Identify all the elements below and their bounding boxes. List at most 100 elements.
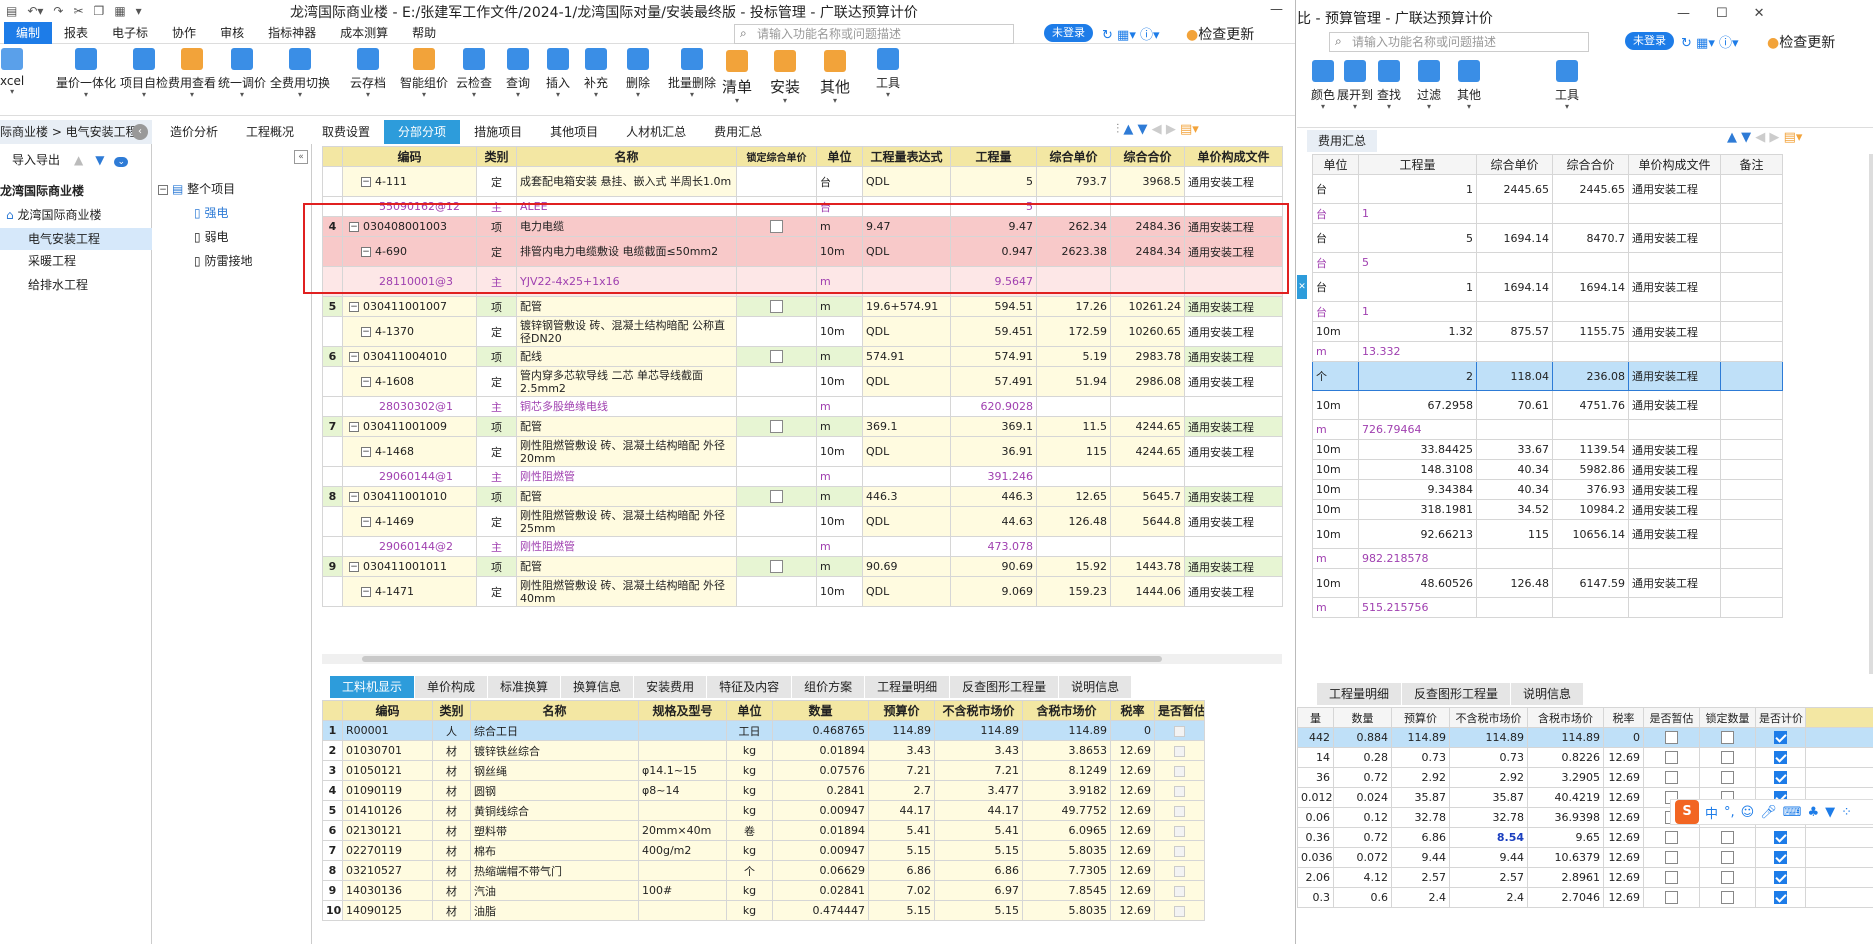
import-export-button[interactable]: 导入导出 ▲ ▼ ⌄ — [0, 148, 152, 172]
cell-total[interactable]: 2983.78 — [1110, 346, 1185, 367]
cell-type[interactable]: 材 — [432, 860, 471, 881]
move-left-icon[interactable]: ◀ — [1152, 122, 1162, 137]
cell-price[interactable] — [1036, 396, 1111, 417]
cell-qty[interactable]: 0.072 — [1333, 847, 1392, 868]
cell-file[interactable] — [1628, 203, 1721, 224]
cell-type[interactable]: 项 — [476, 346, 517, 367]
cell-qty[interactable]: 0.02841 — [772, 880, 869, 901]
cell-mkt_tax[interactable]: 49.7752 — [1022, 800, 1111, 821]
cell-note[interactable] — [1720, 597, 1783, 618]
cell-unit[interactable]: 10m — [1312, 459, 1359, 480]
cell-note[interactable] — [1720, 203, 1783, 224]
cell-no[interactable]: 4 — [322, 780, 343, 801]
cell-qty[interactable]: 594.51 — [950, 296, 1037, 317]
cell-type[interactable]: 材 — [432, 780, 471, 801]
cell-mkt_tax[interactable]: 36.9398 — [1527, 807, 1604, 828]
table-row[interactable]: 3 01050121 材钢丝绳 φ14.1~15 kg 0.07576 7.21 7.21 8.… — [322, 760, 1205, 781]
cell-file[interactable]: 通用安装工程 — [1184, 216, 1283, 237]
cell-a[interactable]: 0.3 — [1297, 887, 1334, 908]
column-header[interactable]: 数量 — [1333, 707, 1392, 728]
table-row[interactable]: 7 02270119 材棉布 400g/m2 kg 0.00947 5.15 5.15 5.80… — [322, 840, 1205, 861]
cell-code[interactable]: R00001 — [342, 720, 433, 741]
cell-no[interactable] — [322, 436, 343, 467]
cell-unit[interactable]: m — [1312, 419, 1359, 440]
bottom-tab[interactable]: 说明信息 — [1059, 676, 1133, 698]
cell-type[interactable]: 主 — [476, 536, 517, 557]
est-checkbox[interactable] — [1665, 831, 1678, 845]
lock-checkbox[interactable] — [1721, 731, 1734, 745]
menu-item[interactable]: 成本测算 — [328, 22, 400, 44]
minimize-icon[interactable]: — — [1677, 6, 1690, 21]
cell-mkt_tax[interactable]: 3.9182 — [1022, 780, 1111, 801]
cell-type[interactable]: 材 — [432, 840, 471, 861]
cell-a[interactable]: 14 — [1297, 747, 1334, 768]
cell-price[interactable]: 126.48 — [1036, 506, 1111, 537]
cell-no[interactable]: 5 — [322, 296, 343, 317]
minus-icon[interactable]: − — [361, 377, 371, 387]
minus-icon[interactable]: − — [361, 517, 371, 527]
cell-rate[interactable]: 12.69 — [1110, 840, 1155, 861]
cell-lock[interactable] — [736, 236, 817, 267]
column-header[interactable]: 预算价 — [1391, 707, 1450, 728]
cell-note[interactable] — [1720, 252, 1783, 273]
cell-total[interactable]: 10656.14 — [1552, 519, 1629, 549]
cell-file[interactable]: 通用安装工程 — [1628, 390, 1721, 420]
project-item-heating[interactable]: 采暖工程 — [28, 252, 76, 269]
cell-qty[interactable]: 148.3108 — [1358, 459, 1477, 480]
punctuation-icon[interactable]: °, — [1724, 805, 1735, 820]
cell-file[interactable]: 通用安装工程 — [1628, 568, 1721, 598]
cell-file[interactable] — [1628, 597, 1721, 618]
tab[interactable]: 人材机汇总 — [612, 120, 700, 144]
table-row[interactable]: 14 0.28 0.73 0.73 0.8226 12.69 — [1297, 747, 1873, 768]
cell-type[interactable]: 项 — [476, 296, 517, 317]
expand-icon[interactable]: ⌄ — [114, 157, 129, 167]
table-row[interactable]: 台1 — [1312, 301, 1783, 322]
price-checkbox[interactable] — [1774, 731, 1787, 745]
cell-total[interactable] — [1110, 536, 1185, 557]
ribbon-button[interactable]: xcel ▾ — [0, 48, 24, 96]
cell-budget[interactable]: 5.41 — [868, 820, 935, 841]
sogou-logo-icon[interactable]: S — [1675, 800, 1699, 824]
cell-lock[interactable] — [736, 436, 817, 467]
cell-unit[interactable]: kg — [726, 780, 773, 801]
table-row[interactable]: −4-1608 定管内穿多芯软导线 二芯 单芯导线截面2.5mm2 10m QDL 57… — [322, 366, 1283, 397]
table-row[interactable]: 2.06 4.12 2.57 2.57 2.8961 12.69 — [1297, 867, 1873, 888]
table-row[interactable]: −4-1469 定刚性阻燃管敷设 砖、混凝土结构暗配 外径25mm 10m QDL 44… — [322, 506, 1283, 537]
cell-rate[interactable]: 12.69 — [1603, 807, 1644, 828]
bottom-tab[interactable]: 工料机显示 — [330, 676, 416, 698]
cell-qty[interactable]: 0.2841 — [772, 780, 869, 801]
price-checkbox[interactable] — [1774, 851, 1787, 865]
tree-root[interactable]: − ▤ 整个项目 — [158, 180, 235, 197]
cell-price[interactable] — [1036, 196, 1111, 217]
cell-estimate[interactable] — [1154, 820, 1205, 841]
maximize-icon[interactable]: ☐ — [1716, 6, 1728, 21]
cell-qty[interactable]: 0.06629 — [772, 860, 869, 881]
column-header[interactable]: 单位 — [816, 146, 863, 167]
column-header[interactable]: 预算价 — [868, 700, 935, 721]
cell-file[interactable] — [1184, 536, 1283, 557]
column-header[interactable]: 是否暂估 — [1643, 707, 1700, 728]
cell-name[interactable]: 刚性阻燃管 — [516, 466, 737, 487]
cell-no[interactable]: 6 — [322, 820, 343, 841]
cell-no[interactable]: 1 — [322, 720, 343, 741]
cell-qty[interactable]: 2 — [1358, 361, 1477, 391]
cell-mkt_tax[interactable]: 6.0965 — [1022, 820, 1111, 841]
table-row[interactable]: 5 01410126 材黄铜线综合 kg 0.00947 44.17 44.17 49.775… — [322, 800, 1205, 821]
column-header[interactable]: 含税市场价 — [1527, 707, 1604, 728]
table-row[interactable]: −4-1370 定镀锌钢管敷设 砖、混凝土结构暗配 公称直径DN20 10m QDL 5… — [322, 316, 1283, 347]
minus-icon[interactable]: − — [361, 177, 371, 187]
cell-qty[interactable]: 9.34384 — [1358, 479, 1477, 500]
move-down-icon[interactable]: ▼ — [1138, 122, 1148, 137]
emoji-icon[interactable]: ☺ — [1741, 805, 1755, 820]
cell-budget[interactable]: 114.89 — [868, 720, 935, 741]
cell-name[interactable]: 电力电缆 — [516, 216, 737, 237]
column-header[interactable]: 规格及型号 — [638, 700, 727, 721]
menu-item[interactable]: 审核 — [208, 22, 256, 44]
table-row[interactable]: 10m 33.84425 33.67 1139.54 通用安装工程 — [1312, 439, 1783, 460]
column-header[interactable]: 不含税市场价 — [1449, 707, 1528, 728]
menu-item[interactable]: 指标神器 — [256, 22, 328, 44]
cell-qty[interactable]: 5 — [950, 166, 1037, 197]
cell-mkt[interactable]: 2.4 — [1449, 887, 1528, 908]
cell-note[interactable] — [1720, 174, 1783, 204]
estimate-checkbox[interactable] — [1174, 865, 1185, 877]
